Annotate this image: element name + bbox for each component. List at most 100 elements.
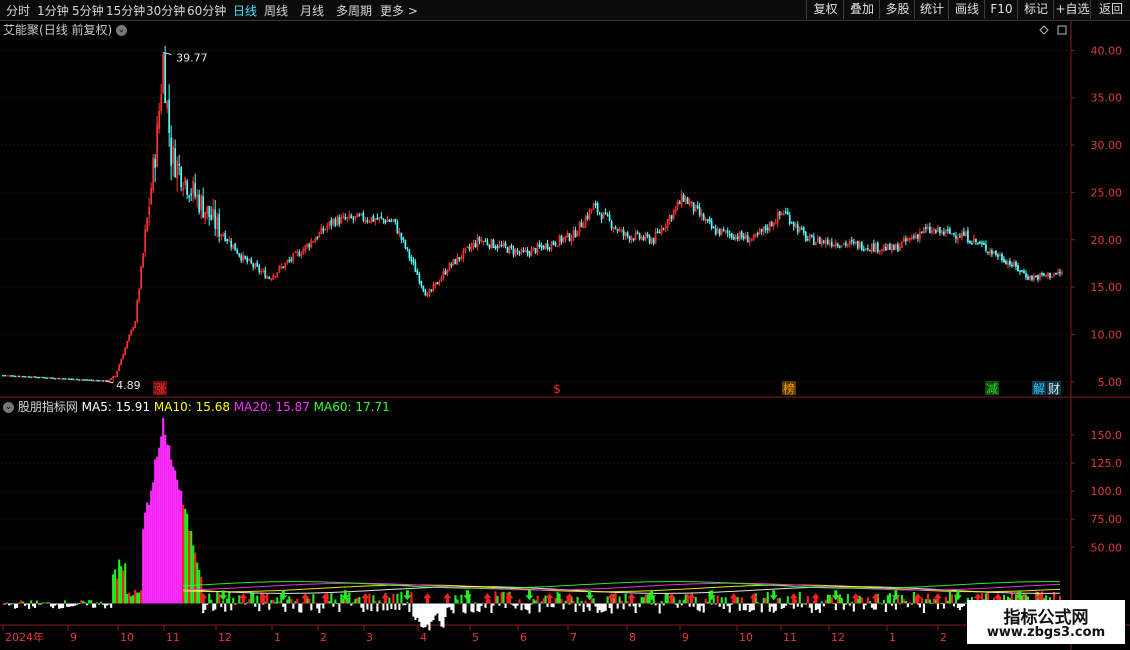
indicator-bar: [182, 504, 185, 604]
indicator-bar: [498, 603, 501, 606]
indicator-bar: [102, 603, 105, 605]
indicator-bar: [880, 603, 883, 605]
indicator-bar: [626, 600, 629, 604]
indicator-bar: [298, 603, 301, 613]
indicator-bar: [64, 600, 67, 604]
indicator-bar: [30, 600, 33, 604]
indicator-bar: [344, 599, 347, 604]
candle-body: [288, 259, 291, 262]
candle-body: [252, 263, 255, 268]
toolbar-button-0[interactable]: 复权: [806, 0, 844, 19]
up-arrow-icon: [443, 593, 452, 604]
toolbar-button-7[interactable]: +自选: [1053, 0, 1091, 19]
toolbar-button-6[interactable]: 标记: [1017, 0, 1054, 19]
period-tab-10[interactable]: 更多 >: [380, 2, 418, 19]
indicator-bar: [428, 603, 431, 631]
toolbar-button-1[interactable]: 叠加: [843, 0, 880, 19]
candle-body: [1019, 270, 1021, 272]
indicator-bar: [600, 603, 603, 613]
indicator-bar: [172, 466, 175, 604]
time-axis-label: 2: [320, 631, 327, 644]
up-arrow-icon: [423, 593, 432, 604]
candle-body: [522, 250, 525, 252]
candle-body: [268, 276, 271, 279]
indicator-bar: [768, 603, 771, 612]
indicator-bar: [452, 603, 455, 614]
indicator-bar: [370, 603, 373, 612]
indicator-bar: [730, 603, 733, 605]
candle-body: [330, 219, 333, 226]
indicator-bar: [190, 531, 193, 604]
indicator-bar: [766, 591, 769, 604]
indicator-bar: [12, 603, 15, 605]
indicator-bar: [52, 603, 55, 609]
candle-body: [238, 253, 241, 257]
indicator-bar: [376, 603, 379, 612]
time-axis-label: 4: [420, 631, 427, 644]
indicator-bar: [520, 603, 523, 611]
period-tab-3[interactable]: 15分钟: [106, 2, 145, 19]
toolbar-button-4[interactable]: 画线: [948, 0, 985, 19]
candle-body: [822, 240, 825, 243]
candle-body: [892, 244, 895, 251]
period-tab-7[interactable]: 周线: [264, 2, 288, 19]
toolbar-button-3[interactable]: 统计: [914, 0, 949, 19]
indicator-bar: [206, 603, 209, 605]
event-tag: 涨: [154, 381, 166, 396]
candle-body: [258, 265, 261, 272]
candle-body: [722, 229, 725, 231]
indicator-bar: [818, 603, 821, 613]
indicator-bar: [278, 601, 281, 604]
period-tab-1[interactable]: 1分钟: [37, 2, 69, 19]
toolbar-button-2[interactable]: 多股: [879, 0, 915, 19]
indicator-bar: [688, 603, 691, 607]
indicator-bar: [804, 603, 807, 605]
period-tab-5[interactable]: 60分钟: [187, 2, 226, 19]
period-tab-6[interactable]: 日线: [233, 2, 257, 19]
indicator-bar: [422, 603, 425, 628]
candle-body: [22, 375, 24, 378]
indicator-bar: [658, 603, 661, 614]
candle-body: [548, 247, 551, 250]
indicator-bar: [80, 600, 83, 604]
candle-body: [90, 379, 92, 382]
period-tab-2[interactable]: 5分钟: [72, 2, 104, 19]
candle-body: [1011, 264, 1013, 267]
indicator-bar: [404, 603, 407, 606]
indicator-bar: [624, 593, 627, 604]
candle-body: [410, 256, 413, 262]
candle-body: [186, 180, 189, 195]
indicator-bar: [960, 603, 964, 608]
indicator-bar: [274, 601, 277, 604]
candle-body: [48, 377, 50, 379]
toolbar-button-8[interactable]: 返回: [1090, 0, 1130, 19]
period-tab-8[interactable]: 月线: [300, 2, 324, 19]
indicator-bar: [898, 603, 901, 605]
period-tab-4[interactable]: 30分钟: [146, 2, 185, 19]
kline-chart[interactable]: 40.00 35.00 30.00 25.00 20.00 15.00 10.00 5.00 1…: [0, 20, 1130, 650]
indicator-bar: [900, 594, 903, 604]
indicator-bar: [164, 434, 167, 604]
indicator-bar: [336, 603, 339, 605]
indicator-bar: [922, 603, 925, 613]
candle-body: [28, 376, 30, 378]
candle-body: [358, 214, 361, 217]
candle-body: [418, 274, 421, 283]
candle-body: [338, 217, 341, 225]
period-tab-0[interactable]: 分时: [6, 2, 30, 19]
indicator-bar: [546, 603, 549, 607]
indicator-bar: [54, 603, 57, 606]
period-tab-9[interactable]: 多周期: [336, 2, 372, 19]
indicator-bar: [664, 593, 667, 604]
indicator-bar: [472, 603, 475, 613]
candle-body: [92, 379, 94, 382]
indicator-bar: [878, 602, 881, 604]
toolbar-button-5[interactable]: F10: [984, 0, 1018, 19]
candle-body: [14, 375, 16, 378]
indicator-bar: [108, 603, 111, 605]
indicator-bar: [762, 598, 765, 604]
candle-body: [512, 248, 515, 255]
candle-body: [164, 53, 167, 104]
candle-body: [422, 285, 425, 291]
candle-body: [866, 248, 869, 250]
